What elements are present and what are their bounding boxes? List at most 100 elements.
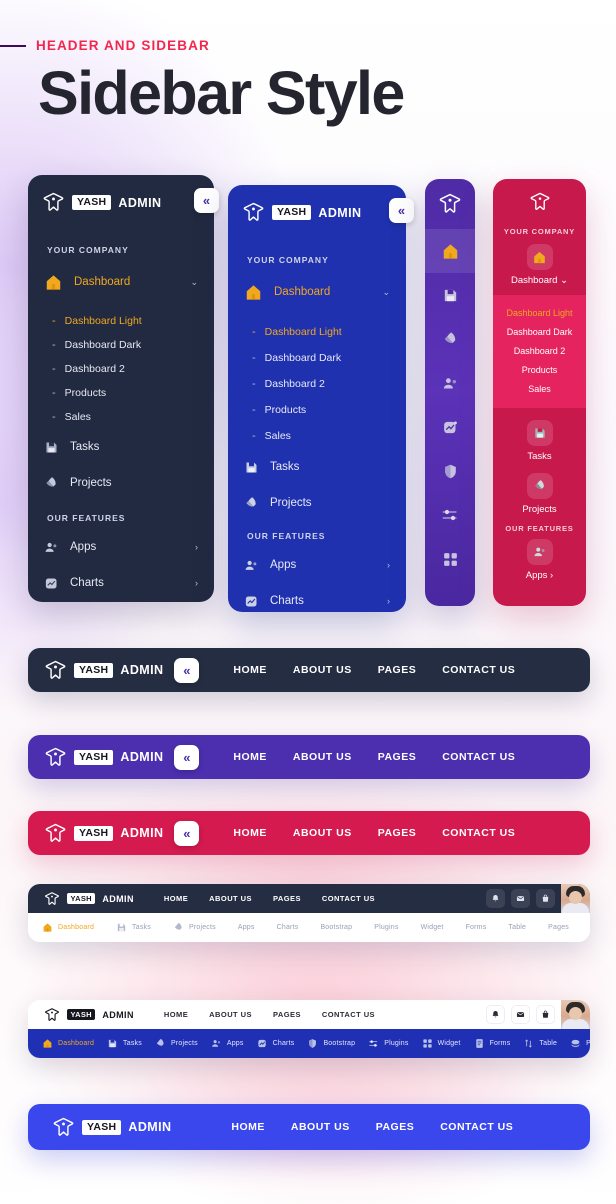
sidebar-blue-subitem-dashboard-light[interactable]: - Dashboard Light bbox=[228, 319, 406, 345]
rail-item-widget[interactable] bbox=[425, 537, 475, 581]
sidebar-blue-subitem-dashboard-2[interactable]: - Dashboard 2 bbox=[228, 371, 406, 397]
rail-item-plugins[interactable] bbox=[425, 493, 475, 537]
sidebar-item-projects[interactable]: Projects bbox=[28, 465, 214, 501]
submenu-item-pages[interactable]: Pages bbox=[570, 1038, 590, 1049]
messages-button[interactable] bbox=[511, 889, 530, 908]
nav-link-about-us[interactable]: ABOUT US bbox=[293, 751, 352, 763]
submenu-item-projects[interactable]: Projects bbox=[155, 1038, 198, 1049]
sidebar-pink-dashboard[interactable]: Dashboard ⌄ bbox=[493, 244, 586, 286]
submenu-item-table[interactable]: Table bbox=[523, 1038, 557, 1049]
sidebar-dark-brand[interactable]: YASH ADMIN bbox=[28, 175, 214, 214]
sidebar-blue-item-tasks[interactable]: Tasks bbox=[228, 449, 406, 485]
nav-link-pages[interactable]: PAGES bbox=[376, 1121, 414, 1133]
sidebar-pink-subitem-products[interactable]: Products bbox=[493, 360, 586, 379]
nav-link-pages[interactable]: PAGES bbox=[378, 664, 416, 676]
nav-link-contact-us[interactable]: CONTACT US bbox=[442, 751, 515, 763]
nav-link-pages[interactable]: PAGES bbox=[273, 894, 301, 903]
submenu-item-forms[interactable]: Forms bbox=[474, 1038, 511, 1049]
nav-link-home[interactable]: HOME bbox=[233, 827, 267, 839]
sidebar-pink-item-tasks[interactable]: Tasks bbox=[493, 420, 586, 462]
sidebar-subitem-dashboard-2[interactable]: - Dashboard 2 bbox=[28, 357, 214, 381]
submenu-item-apps[interactable]: Apps bbox=[238, 924, 255, 931]
nav-link-pages[interactable]: PAGES bbox=[378, 827, 416, 839]
user-avatar[interactable] bbox=[561, 1000, 590, 1029]
rail-item-tasks[interactable] bbox=[425, 273, 475, 317]
submenu-item-widget[interactable]: Widget bbox=[421, 924, 444, 931]
nav-link-home[interactable]: HOME bbox=[231, 1121, 265, 1133]
rail-item-dashboard[interactable] bbox=[425, 229, 475, 273]
nav-link-contact-us[interactable]: CONTACT US bbox=[322, 1010, 375, 1019]
nav-link-contact-us[interactable]: CONTACT US bbox=[442, 827, 515, 839]
nav-link-pages[interactable]: PAGES bbox=[273, 1010, 301, 1019]
submenu-item-plugins[interactable]: Plugins bbox=[374, 924, 398, 931]
nav-link-home[interactable]: HOME bbox=[164, 894, 188, 903]
sidebar-blue-item-projects[interactable]: Projects bbox=[228, 485, 406, 521]
submenu-item-tasks[interactable]: Tasks bbox=[116, 922, 151, 933]
sidebar-item-apps[interactable]: Apps › bbox=[28, 529, 214, 565]
nav-link-pages[interactable]: PAGES bbox=[378, 751, 416, 763]
submenu-item-projects[interactable]: Projects bbox=[173, 922, 216, 933]
nav-link-about-us[interactable]: ABOUT US bbox=[293, 664, 352, 676]
sidebar-blue-subitem-dashboard-dark[interactable]: - Dashboard Dark bbox=[228, 345, 406, 371]
messages-button[interactable] bbox=[511, 1005, 530, 1024]
sidebar-subitem-dashboard-dark[interactable]: - Dashboard Dark bbox=[28, 333, 214, 357]
nav-link-about-us[interactable]: ABOUT US bbox=[293, 827, 352, 839]
collapse-toggle-blue[interactable]: « bbox=[389, 198, 414, 223]
nav-link-contact-us[interactable]: CONTACT US bbox=[442, 664, 515, 676]
sidebar-pink-subitem-dashboard-2[interactable]: Dashboard 2 bbox=[493, 341, 586, 360]
header-purple-brand[interactable]: YASH ADMIN bbox=[44, 746, 163, 769]
header-blue-brand[interactable]: YASH ADMIN bbox=[52, 1116, 171, 1139]
submenu-item-dashboard[interactable]: Dashboard bbox=[42, 1038, 94, 1049]
header-crimson-brand[interactable]: YASH ADMIN bbox=[44, 822, 163, 845]
sidebar-pink-item-apps[interactable]: Apps › bbox=[493, 539, 586, 581]
nav-link-home[interactable]: HOME bbox=[233, 751, 267, 763]
header4-brand[interactable]: YASH ADMIN bbox=[44, 891, 134, 907]
rail-brand-logo[interactable] bbox=[425, 179, 475, 229]
sidebar-subitem-dashboard-light[interactable]: - Dashboard Light bbox=[28, 309, 214, 333]
cart-button[interactable] bbox=[536, 1005, 555, 1024]
submenu-item-forms[interactable]: Forms bbox=[466, 924, 487, 931]
rail-item-projects[interactable] bbox=[425, 317, 475, 361]
sidebar-item-charts[interactable]: Charts › bbox=[28, 565, 214, 601]
submenu-item-dashboard[interactable]: Dashboard bbox=[42, 922, 94, 933]
submenu-item-charts[interactable]: Charts bbox=[277, 924, 299, 931]
nav-link-about-us[interactable]: ABOUT US bbox=[291, 1121, 350, 1133]
nav-link-contact-us[interactable]: CONTACT US bbox=[440, 1121, 513, 1133]
rail-item-apps[interactable] bbox=[425, 361, 475, 405]
nav-link-contact-us[interactable]: CONTACT US bbox=[322, 894, 375, 903]
sidebar-blue-item-dashboard[interactable]: Dashboard ⌄ bbox=[228, 281, 406, 303]
header-purple-collapse-toggle[interactable]: « bbox=[174, 744, 200, 770]
submenu-item-bootstrap[interactable]: Bootstrap bbox=[320, 924, 352, 931]
submenu-item-tasks[interactable]: Tasks bbox=[107, 1038, 142, 1049]
nav-link-about-us[interactable]: ABOUT US bbox=[209, 1010, 252, 1019]
submenu-item-apps[interactable]: Apps bbox=[211, 1038, 244, 1049]
sidebar-blue-brand[interactable]: YASH ADMIN bbox=[228, 185, 406, 224]
rail-item-charts[interactable] bbox=[425, 405, 475, 449]
sidebar-pink-subitem-dashboard-light[interactable]: Dashboard Light bbox=[493, 303, 586, 322]
submenu-item-bootstrap[interactable]: Bootstrap bbox=[307, 1038, 355, 1049]
submenu-item-widget[interactable]: Widget bbox=[422, 1038, 461, 1049]
sidebar-pink-item-projects[interactable]: Projects bbox=[493, 473, 586, 515]
sidebar-pink-subitem-sales[interactable]: Sales bbox=[493, 379, 586, 398]
nav-link-about-us[interactable]: ABOUT US bbox=[209, 894, 252, 903]
submenu-item-pages[interactable]: Pages bbox=[548, 924, 569, 931]
notifications-button[interactable] bbox=[486, 1005, 505, 1024]
submenu-item-plugins[interactable]: Plugins bbox=[368, 1038, 408, 1049]
header-dark-brand[interactable]: YASH ADMIN bbox=[44, 659, 163, 682]
nav-link-home[interactable]: HOME bbox=[164, 1010, 188, 1019]
rail-item-bootstrap[interactable] bbox=[425, 449, 475, 493]
sidebar-subitem-sales[interactable]: - Sales bbox=[28, 405, 214, 429]
header-crimson-collapse-toggle[interactable]: « bbox=[174, 820, 200, 846]
user-avatar[interactable] bbox=[561, 884, 590, 913]
cart-button[interactable] bbox=[536, 889, 555, 908]
notifications-button[interactable] bbox=[486, 889, 505, 908]
sidebar-item-tasks[interactable]: Tasks bbox=[28, 429, 214, 465]
header5-brand[interactable]: YASH ADMIN bbox=[44, 1007, 134, 1023]
submenu-item-charts[interactable]: Charts bbox=[257, 1038, 295, 1049]
sidebar-blue-subitem-products[interactable]: - Products bbox=[228, 397, 406, 423]
sidebar-pink-brand[interactable] bbox=[493, 179, 586, 225]
sidebar-blue-subitem-sales[interactable]: - Sales bbox=[228, 423, 406, 449]
header-dark-collapse-toggle[interactable]: « bbox=[174, 657, 200, 683]
sidebar-pink-subitem-dashboard-dark[interactable]: Dashboard Dark bbox=[493, 322, 586, 341]
collapse-toggle-dark[interactable]: « bbox=[194, 188, 219, 213]
